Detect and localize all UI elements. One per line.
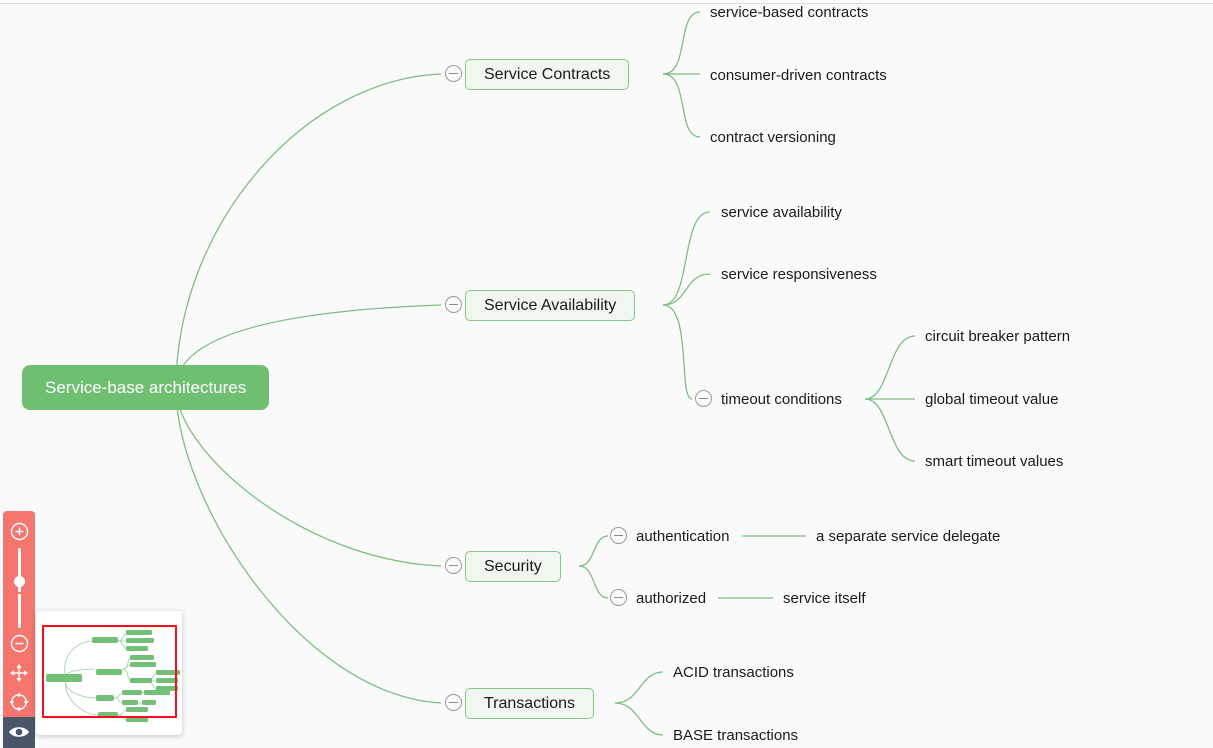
edge-timeout-leaf-1 [864,335,916,400]
collapse-toggle-timeout-conditions[interactable] [695,390,712,407]
collapse-toggle-service-contracts[interactable] [445,65,462,82]
zoom-slider-notch [15,592,23,595]
branch-node-transactions[interactable]: Transactions [465,688,594,719]
leaf-node-base-transactions[interactable]: BASE transactions [673,725,798,745]
collapse-toggle-authorized[interactable] [610,589,627,606]
edge-tx-leaf-2 [614,702,664,736]
leaf-node-service-itself[interactable]: service itself [783,588,866,608]
leaf-node-contract-versioning[interactable]: contract versioning [710,127,836,147]
leaf-node-circuit-breaker-pattern[interactable]: circuit breaker pattern [925,326,1070,346]
leaf-node-smart-timeout-values[interactable]: smart timeout values [925,451,1063,471]
root-node[interactable]: Service-base architectures [22,365,270,410]
leaf-label: timeout conditions [721,390,842,408]
edge-security-leaf-2 [578,565,609,599]
minimap-viewport-rect[interactable] [42,625,177,718]
edge-root-transactions [175,387,442,704]
leaf-node-timeout-conditions[interactable]: timeout conditions [721,389,842,409]
zoom-in-icon [10,522,28,541]
zoom-slider-track [17,548,21,629]
root-node-label: Service-base architectures [45,378,247,397]
leaf-label: service availability [721,203,842,221]
branch-node-service-contracts[interactable]: Service Contracts [465,59,630,90]
leaf-node-global-timeout-value[interactable]: global timeout value [925,389,1058,409]
zoom-slider[interactable] [3,546,35,629]
collapse-toggle-transactions[interactable] [445,694,462,711]
edge-timeout-leaf-3 [864,398,916,462]
branch-node-security[interactable]: Security [465,551,561,582]
collapse-toggle-service-availability[interactable] [445,296,462,313]
leaf-node-acid-transactions[interactable]: ACID transactions [673,662,794,682]
branch-label-service-contracts: Service Contracts [484,65,611,83]
branch-label-security: Security [484,557,542,575]
leaf-label: ACID transactions [673,663,794,681]
leaf-label: service responsiveness [721,265,877,283]
leaf-node-service-availability[interactable]: service availability [721,202,842,222]
leaf-label: smart timeout values [925,452,1064,470]
leaf-label: circuit breaker pattern [925,327,1071,345]
leaf-label: global timeout value [925,390,1059,408]
branch-label-service-availability: Service Availability [484,296,617,314]
leaf-node-consumer-driven-contracts[interactable]: consumer-driven contracts [710,65,887,85]
edge-sc-leaf-3 [662,73,701,138]
zoom-out-button[interactable] [3,629,35,658]
leaf-label: service-based contracts [710,3,869,21]
leaf-label: BASE transactions [673,726,799,744]
leaf-label: service itself [783,589,866,607]
mindmap-application: Service-base architectures Service Contr… [0,0,1213,748]
move-arrows-icon [10,663,28,682]
leaf-node-authorized[interactable]: authorized [636,588,706,608]
edge-sa-leaf-1 [662,211,711,306]
leaf-label: authentication [636,527,730,545]
zoom-slider-thumb[interactable] [13,576,25,588]
edge-root-security [175,387,442,567]
minimap-panel[interactable] [36,611,182,735]
pan-button[interactable] [3,658,35,687]
eye-icon [9,727,29,738]
view-toolbar [3,511,35,748]
branch-node-service-availability[interactable]: Service Availability [465,290,636,321]
leaf-node-service-responsiveness[interactable]: service responsiveness [721,264,877,284]
leaf-label: contract versioning [710,128,836,146]
branch-label-transactions: Transactions [484,694,575,712]
collapse-toggle-security[interactable] [445,557,462,574]
edge-security-leaf-1 [578,535,609,567]
zoom-out-icon [10,634,28,652]
zoom-in-button[interactable] [3,517,35,546]
edge-sa-leaf-3 [662,304,693,400]
leaf-node-separate-service-delegate[interactable]: a separate service delegate [816,526,1000,546]
leaf-node-service-based-contracts[interactable]: service-based contracts [710,2,868,22]
visibility-button[interactable] [3,716,35,748]
leaf-label: a separate service delegate [816,527,1001,545]
center-view-button[interactable] [3,687,35,716]
leaf-label: authorized [636,589,707,607]
edge-sa-leaf-2 [662,273,711,306]
edge-tx-leaf-1 [614,671,664,704]
edge-sc-leaf-1 [662,11,701,75]
leaf-label: consumer-driven contracts [710,66,887,84]
collapse-toggle-authentication[interactable] [610,527,627,544]
crosshair-target-icon [9,692,29,712]
leaf-node-authentication[interactable]: authentication [636,526,729,546]
